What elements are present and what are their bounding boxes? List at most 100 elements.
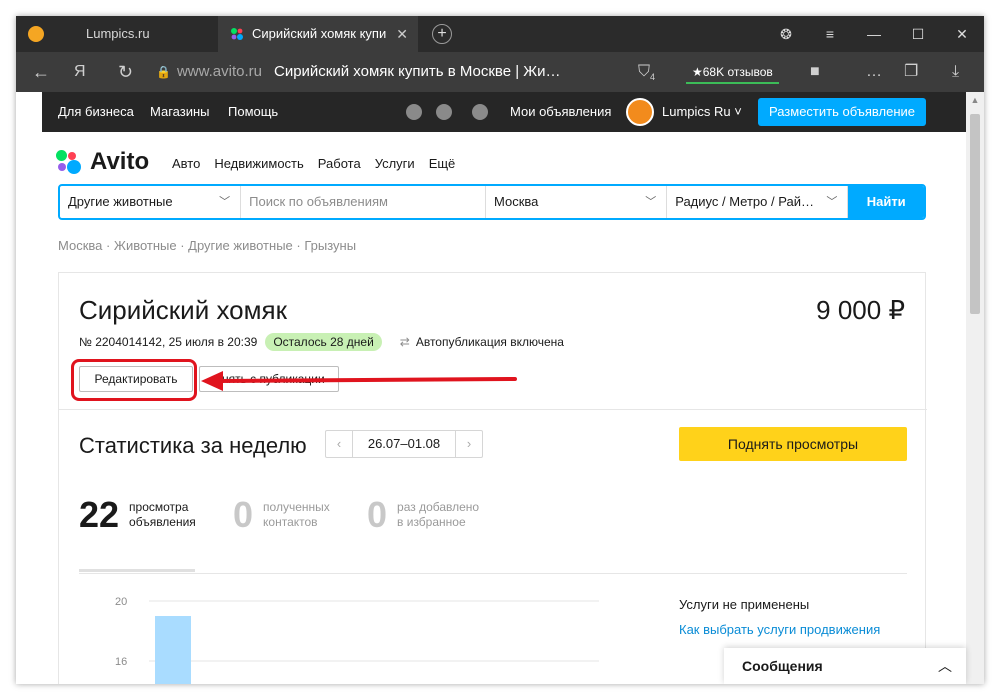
brand-name: Avito	[90, 148, 150, 175]
extension-icon[interactable]: ❂	[764, 16, 808, 52]
browser-logo-icon[interactable]	[28, 26, 44, 42]
chevron-up-icon[interactable]: ︿	[938, 648, 952, 684]
protect-count: 4	[650, 72, 656, 83]
maximize-icon[interactable]: ☐	[896, 16, 940, 52]
chevron-down-icon: ﹀	[645, 196, 657, 208]
category-value: Другие животные	[68, 194, 173, 209]
minimize-icon[interactable]: —	[852, 16, 896, 52]
collections-icon[interactable]: ❐	[904, 52, 918, 92]
chart-y-tick-label: 16	[115, 656, 127, 668]
radius-value: Радиус / Метро / Рай…	[675, 194, 814, 209]
post-ad-button[interactable]: Разместить объявление	[758, 98, 926, 126]
tab-lumpics[interactable]: Lumpics.ru	[72, 16, 212, 52]
more-icon[interactable]: …	[866, 52, 882, 92]
metric-label: полученных контактов	[263, 500, 330, 530]
url-host: www.avito.ru	[176, 63, 262, 80]
lock-icon: 🔒	[156, 65, 171, 79]
reload-icon[interactable]: ↻	[118, 52, 133, 92]
divider	[79, 573, 907, 574]
reviews-badge[interactable]: ★68K отзывов	[686, 60, 779, 84]
avito-favicon-icon	[231, 28, 243, 40]
chevron-down-icon: ﹀	[219, 196, 231, 208]
city-select[interactable]: Москва ﹀	[486, 186, 668, 218]
metric-label: просмотра объявления	[129, 500, 196, 530]
protect-icon[interactable]: ⛉4	[638, 52, 655, 97]
close-tab-icon[interactable]: ✕	[396, 16, 408, 52]
metric-value: 0	[367, 494, 388, 535]
page-scrollbar[interactable]: ▲	[966, 92, 984, 684]
repeat-icon: ⇄	[399, 335, 410, 349]
prev-week-icon[interactable]: ‹	[326, 431, 352, 457]
stats-title: Статистика за неделю	[79, 433, 307, 458]
favorites-icon[interactable]	[406, 104, 422, 120]
messages-icon[interactable]	[472, 104, 488, 120]
boost-views-button[interactable]: Поднять просмотры	[679, 427, 907, 461]
notifications-icon[interactable]	[436, 104, 452, 120]
nav-realty[interactable]: Недвижимость	[214, 156, 303, 171]
services-status: Услуги не применены	[679, 597, 810, 612]
metric-label-line: объявления	[129, 515, 196, 529]
search-input[interactable]: Поиск по объявлениям	[241, 186, 487, 218]
messages-panel[interactable]: Сообщения ︿	[724, 648, 966, 684]
messages-label: Сообщения	[742, 658, 823, 674]
pointer-arrow-icon	[201, 371, 517, 391]
bookmark-icon[interactable]: ■	[810, 52, 820, 92]
tab-label: Сирийский хомяк купи	[252, 26, 387, 41]
scroll-thumb[interactable]	[970, 114, 980, 314]
avatar[interactable]	[626, 98, 654, 126]
date-range-value[interactable]: 26.07–01.08	[352, 431, 456, 457]
status-badge: Осталось 28 дней	[265, 333, 382, 351]
tab-bar: Lumpics.ru Сирийский хомяк купи ✕ + ❂ ≡ …	[16, 16, 984, 52]
chart-bar[interactable]	[155, 616, 191, 684]
page-title: Сирийский хомяк	[79, 295, 287, 325]
shops-link[interactable]: Магазины	[150, 92, 210, 132]
autopublish-status[interactable]: ⇄ Автопубликация включена	[400, 335, 564, 349]
nav-services[interactable]: Услуги	[375, 156, 415, 171]
chart-y-tick-label: 20	[115, 596, 127, 608]
next-week-icon[interactable]: ›	[456, 431, 482, 457]
category-select[interactable]: Другие животные ﹀	[60, 186, 242, 218]
nav-auto[interactable]: Авто	[172, 156, 200, 171]
search-bar: Другие животные ﹀ Поиск по объявлениям Мо…	[58, 184, 926, 220]
highlight-box	[71, 359, 197, 401]
category-nav: Авто Недвижимость Работа Услуги Ещё	[172, 156, 469, 171]
user-menu[interactable]: Lumpics Ru ˅	[662, 92, 742, 132]
metric-label: раз добавлено в избранное	[397, 500, 479, 530]
menu-icon[interactable]: ≡	[808, 16, 852, 52]
help-link[interactable]: Помощь	[228, 92, 278, 132]
radius-select[interactable]: Радиус / Метро / Рай… ﹀	[667, 186, 849, 218]
metric-value: 0	[233, 494, 254, 535]
ad-meta: № 2204014142, 25 июля в 20:39 Осталось 2…	[79, 333, 564, 351]
metric-favorites[interactable]: 0 раз добавлено в избранное	[367, 495, 479, 535]
nav-jobs[interactable]: Работа	[318, 156, 361, 171]
business-link[interactable]: Для бизнеса	[58, 92, 134, 132]
date-range-picker: ‹ 26.07–01.08 ›	[325, 430, 483, 458]
avito-top-nav: Для бизнеса Магазины Помощь Мои объявлен…	[42, 92, 966, 132]
views-chart: 2016	[115, 596, 599, 684]
nav-more[interactable]: Ещё	[429, 156, 456, 171]
search-button[interactable]: Найти	[848, 186, 925, 218]
new-tab-button[interactable]: +	[432, 24, 452, 44]
my-ads-link[interactable]: Мои объявления	[510, 92, 611, 132]
yandex-icon[interactable]: Я	[74, 52, 86, 92]
close-window-icon[interactable]: ✕	[940, 16, 984, 52]
metric-label-line: полученных	[263, 500, 330, 514]
services-help-link[interactable]: Как выбрать услуги продвижения	[679, 622, 880, 637]
metric-label-line: просмотра	[129, 500, 189, 514]
autopublish-label: Автопубликация включена	[415, 335, 564, 349]
tab-avito[interactable]: Сирийский хомяк купи ✕	[218, 16, 418, 52]
url-field[interactable]: 🔒 www.avito.ru Сирийский хомяк купить в Мо…	[156, 58, 616, 86]
city-value: Москва	[494, 194, 539, 209]
user-name: Lumpics Ru	[662, 104, 731, 119]
ad-card: Сирийский хомяк 9 000 ₽ № 2204014142, 25…	[58, 272, 927, 684]
metric-views[interactable]: 22 просмотра объявления	[79, 495, 196, 535]
avito-logo-icon	[56, 148, 86, 176]
metric-value: 22	[79, 494, 120, 535]
metric-contacts[interactable]: 0 полученных контактов	[233, 495, 330, 535]
chevron-down-icon: ﹀	[826, 196, 838, 208]
scroll-up-icon[interactable]: ▲	[966, 92, 984, 108]
breadcrumb[interactable]: Москва · Животные · Другие животные · Гр…	[58, 238, 356, 253]
tab-label: Lumpics.ru	[86, 26, 150, 41]
back-icon[interactable]: ←	[32, 52, 50, 92]
download-icon[interactable]: ⤓	[952, 52, 959, 92]
